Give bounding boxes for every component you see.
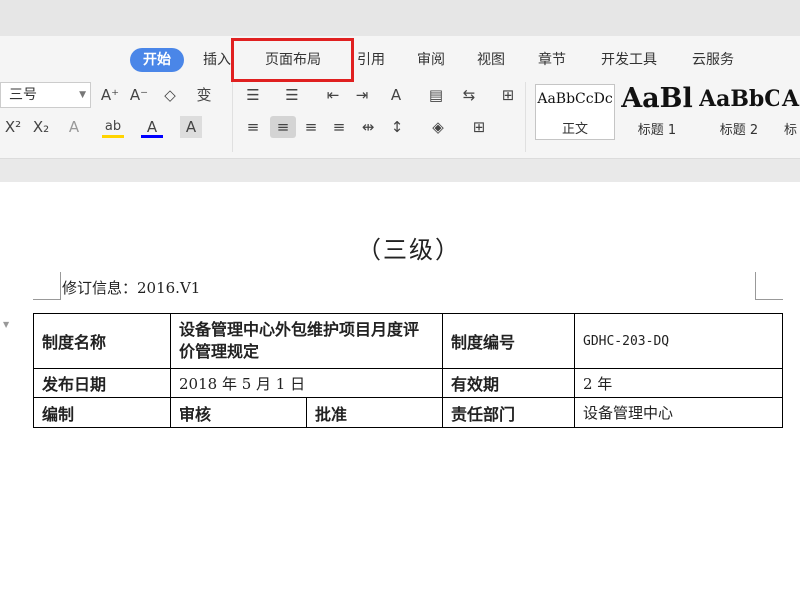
tab-home[interactable]: 开始: [130, 48, 184, 72]
phonetic-guide-icon[interactable]: 变: [193, 84, 215, 106]
table-cell: 设备管理中心: [574, 397, 783, 428]
style-sample: A: [781, 86, 800, 112]
style-label: 标题 1: [637, 123, 677, 138]
style-label: 标: [783, 123, 797, 138]
tab-page-layout[interactable]: 页面布局: [258, 48, 328, 72]
tab-section[interactable]: 章节: [535, 48, 569, 72]
table-cell: 制度编号: [442, 313, 575, 369]
ribbon: 开始 插入 页面布局 引用 审阅 视图 章节 开发工具 云服务 三号 ▼ A⁺ …: [0, 36, 800, 158]
table-cell: GDHC-203-DQ: [574, 313, 783, 369]
increase-indent-icon[interactable]: ⇥: [351, 84, 373, 106]
ribbon-shadow: [0, 158, 800, 182]
style-normal[interactable]: AaBbCcDc 正文: [535, 84, 615, 140]
align-right-icon[interactable]: ≡: [300, 116, 322, 138]
font-size-select[interactable]: 三号 ▼: [0, 82, 91, 108]
text-direction-icon[interactable]: A: [385, 84, 407, 106]
subscript-icon[interactable]: X₂: [30, 116, 52, 138]
text-effect-icon[interactable]: A: [63, 116, 85, 138]
style-sample: AaBbCcDc: [537, 91, 613, 107]
shading-icon[interactable]: ◈: [427, 116, 449, 138]
table-cell: 审核: [170, 397, 307, 428]
style-heading-2[interactable]: AaBbC 标题 2: [699, 84, 779, 140]
table-cell: 2 年: [574, 368, 783, 398]
style-sample: AaBl: [621, 84, 693, 114]
decrease-indent-icon[interactable]: ⇤: [322, 84, 344, 106]
margin-corner-mark: [33, 272, 61, 300]
table-row: 发布日期 2018 年 5 月 1 日 有效期 2 年: [33, 368, 783, 398]
distributed-align-icon[interactable]: ⇹: [357, 116, 379, 138]
tab-view[interactable]: 视图: [474, 48, 508, 72]
style-label: 标题 2: [719, 123, 759, 138]
chinese-layout-icon[interactable]: ▤: [425, 84, 447, 106]
char-shading-icon[interactable]: A: [180, 116, 202, 138]
margin-corner-mark: [755, 272, 783, 300]
table-row: 制度名称 设备管理中心外包维护项目月度评价管理规定 制度编号 GDHC-203-…: [33, 313, 783, 369]
font-color-icon[interactable]: A: [141, 116, 163, 138]
document-title: （三级）: [357, 236, 461, 264]
table-cell: 责任部门: [442, 397, 575, 428]
style-label: 正文: [561, 122, 588, 137]
grow-font-icon[interactable]: A⁺: [99, 84, 121, 106]
borders-icon[interactable]: ⊞: [497, 84, 519, 106]
title-bar: [0, 0, 800, 36]
tab-references[interactable]: 引用: [354, 48, 388, 72]
info-table: 制度名称 设备管理中心外包维护项目月度评价管理规定 制度编号 GDHC-203-…: [33, 313, 783, 428]
highlight-icon[interactable]: ab: [102, 116, 124, 138]
style-heading-3[interactable]: A 标: [781, 84, 800, 140]
eraser-icon[interactable]: ◇: [159, 84, 181, 106]
style-sample: AaBbC: [699, 86, 779, 112]
table-cell: 批准: [306, 397, 443, 428]
align-left-icon[interactable]: ≡: [242, 116, 264, 138]
ribbon-tabs: 开始 插入 页面布局 引用 审阅 视图 章节 开发工具 云服务: [0, 44, 800, 76]
table-cell: 编制: [33, 397, 171, 428]
table-cell: 有效期: [442, 368, 575, 398]
justify-icon[interactable]: ≡: [328, 116, 350, 138]
group-separator: [525, 82, 526, 152]
line-spacing-icon[interactable]: ↕: [386, 116, 408, 138]
style-gallery: AaBbCcDc 正文 AaBl 标题 1 AaBbC 标题 2 A 标: [533, 84, 800, 140]
table-cell: 2018 年 5 月 1 日: [170, 368, 443, 398]
bullet-list-icon[interactable]: ☰: [242, 84, 264, 106]
table-cell: 发布日期: [33, 368, 171, 398]
table-cell: 制度名称: [33, 313, 171, 369]
tab-insert[interactable]: 插入: [200, 48, 234, 72]
tab-review[interactable]: 审阅: [414, 48, 448, 72]
style-heading-1[interactable]: AaBl 标题 1: [617, 84, 697, 140]
shrink-font-icon[interactable]: A⁻: [128, 84, 150, 106]
paragraph-marker-icon: ▼: [3, 320, 10, 329]
tab-developer[interactable]: 开发工具: [596, 48, 662, 72]
font-size-value: 三号: [9, 87, 37, 103]
border-table-icon[interactable]: ⊞: [468, 116, 490, 138]
paragraph-sort-icon[interactable]: ⇆: [458, 84, 480, 106]
superscript-icon[interactable]: X²: [2, 116, 24, 138]
revision-info: 修订信息：2016.V1: [62, 279, 201, 297]
numbered-list-icon[interactable]: ☰: [281, 84, 303, 106]
group-separator: [232, 82, 233, 152]
chevron-down-icon: ▼: [79, 90, 86, 100]
table-row: 编制 审核 批准 责任部门 设备管理中心: [33, 397, 783, 428]
align-center-icon[interactable]: ≡: [270, 116, 296, 138]
tab-cloud-service[interactable]: 云服务: [688, 48, 738, 72]
table-cell: 设备管理中心外包维护项目月度评价管理规定: [170, 313, 443, 369]
